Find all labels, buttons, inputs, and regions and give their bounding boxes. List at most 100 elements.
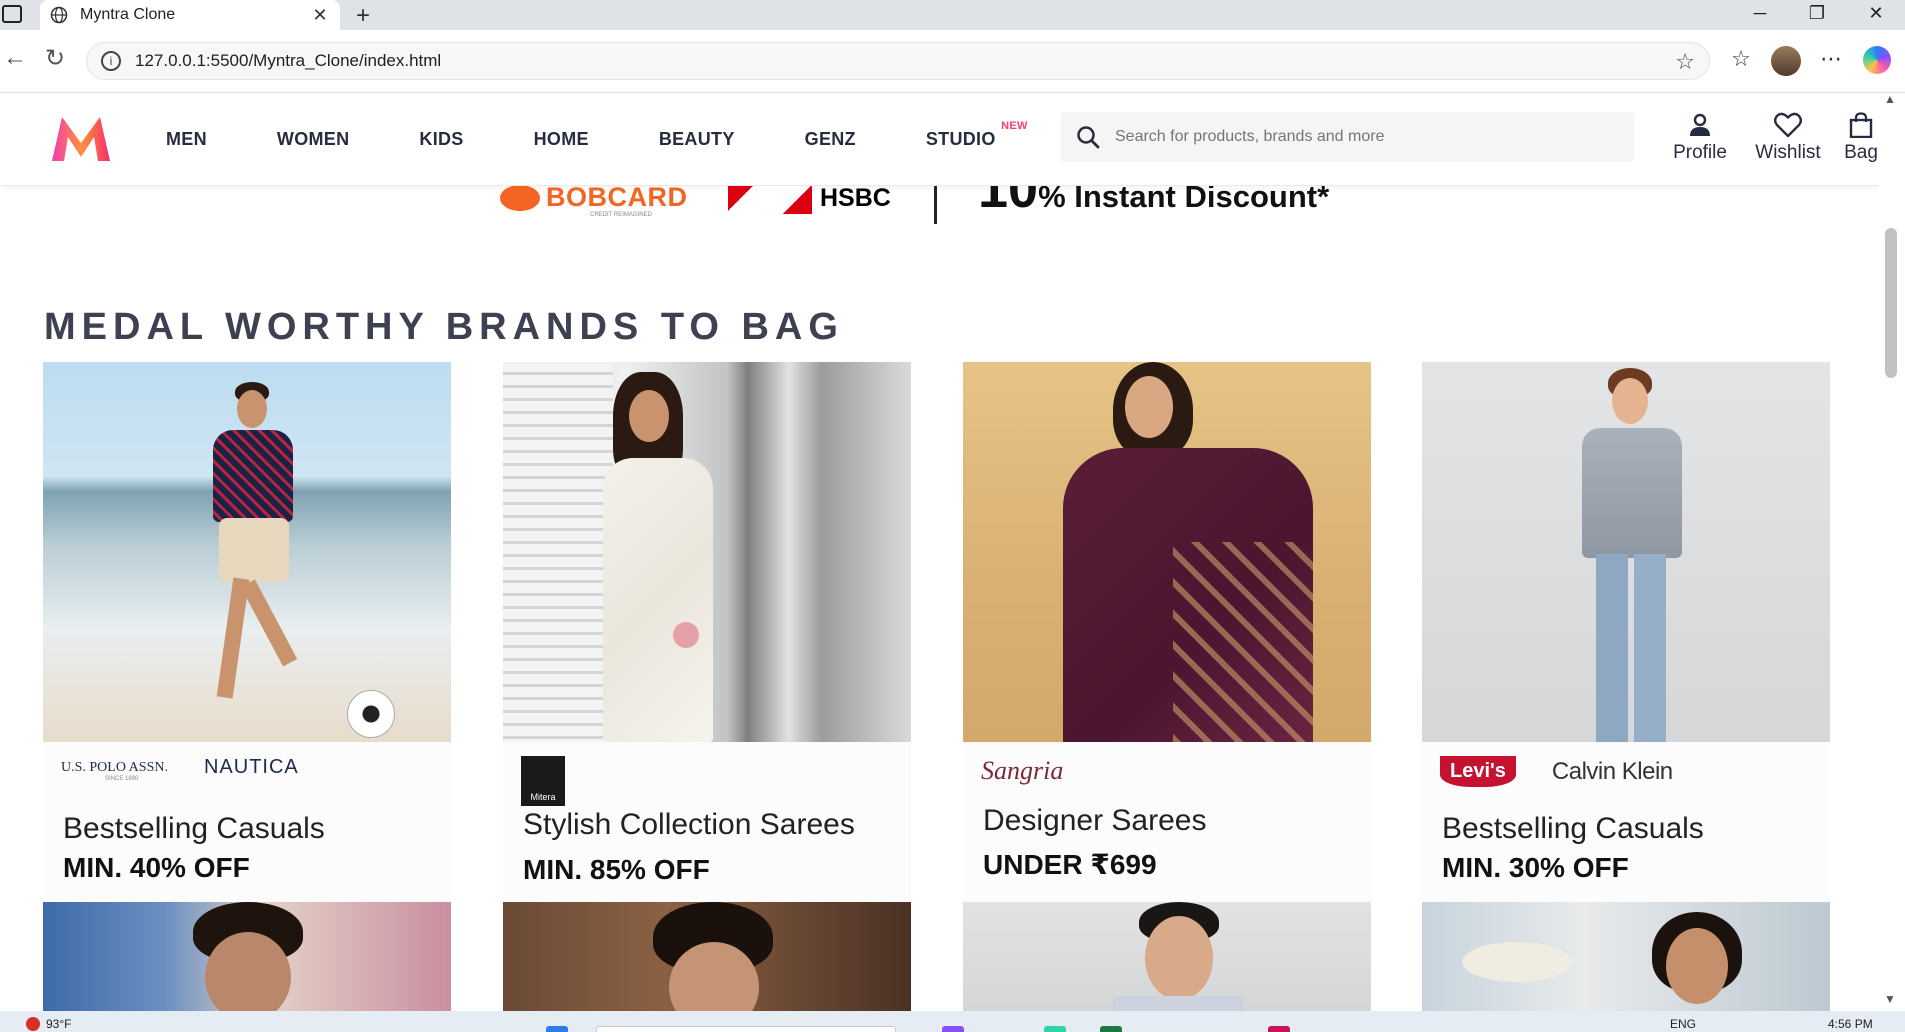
weather-alert-icon xyxy=(26,1017,40,1031)
globe-icon xyxy=(50,6,68,24)
brand-card[interactable]: U.S. POLO ASSN. NAUTICA SINCE 1890 Bests… xyxy=(43,362,451,906)
card-info: Sangria Designer Sarees UNDER ₹699 xyxy=(963,742,1371,906)
brand-logo-uspolo: U.S. POLO ASSN. xyxy=(61,759,168,775)
excel-icon[interactable] xyxy=(1100,1026,1122,1032)
card-title-text: Bestselling Casuals xyxy=(1442,812,1704,845)
wishlist-button[interactable]: Wishlist xyxy=(1748,110,1828,164)
brand-card[interactable] xyxy=(963,902,1371,1011)
card-title: Stylish Collection Sarees xyxy=(523,808,855,841)
refresh-icon[interactable]: ↻ xyxy=(40,44,70,73)
heart-icon xyxy=(1774,112,1802,138)
nav-studio-label: STUDIO xyxy=(925,129,996,149)
weather-temp: 93°F xyxy=(46,1017,72,1031)
profile-button[interactable]: Profile xyxy=(1667,110,1733,164)
back-icon[interactable]: ← xyxy=(0,44,30,72)
brand-card[interactable] xyxy=(43,902,451,1011)
hsbc-text: HSBC xyxy=(820,186,891,212)
brand-logos: U.S. POLO ASSN. NAUTICA xyxy=(61,756,299,779)
taskbar-app-icon[interactable] xyxy=(942,1026,964,1032)
brand-logos: Levi's Calvin Klein xyxy=(1440,756,1673,787)
brand-logo-calvin-klein: Calvin Klein xyxy=(1551,757,1673,785)
restore-icon[interactable]: ❐ xyxy=(1797,3,1837,24)
brand-card[interactable]: Levi's Calvin Klein Bestselling Casuals … xyxy=(1422,362,1830,906)
card-title: Designer Sarees xyxy=(983,804,1207,837)
card-image xyxy=(43,362,451,742)
start-icon[interactable] xyxy=(546,1026,568,1032)
clock[interactable]: 4:56 PM xyxy=(1828,1017,1873,1031)
new-tab-icon[interactable]: + xyxy=(350,2,376,30)
edge-icon[interactable] xyxy=(1044,1026,1066,1032)
taskbar-search[interactable] xyxy=(596,1026,896,1032)
browser-tab-bar: Myntra Clone ✕ + ─ ❐ ✕ xyxy=(0,0,1905,30)
card-image xyxy=(503,902,911,1011)
card-info: Levi's Calvin Klein Bestselling Casuals … xyxy=(1422,742,1830,906)
nav-beauty[interactable]: BEAUTY xyxy=(659,129,735,150)
avatar[interactable] xyxy=(1771,46,1801,76)
nav-women[interactable]: WOMEN xyxy=(277,129,350,150)
close-tab-icon[interactable]: ✕ xyxy=(310,5,330,26)
card-info: Mitera Stylish Collection Sarees MIN. 85… xyxy=(503,742,911,906)
main-nav: MEN WOMEN KIDS HOME BEAUTY GENZ STUDIO NE… xyxy=(166,93,1066,186)
card-image xyxy=(963,362,1371,742)
brand-logo-levis: Levi's xyxy=(1440,756,1516,787)
brand-card[interactable] xyxy=(503,902,911,1011)
card-offer: MIN. 85% OFF xyxy=(523,854,710,885)
hsbc-mark-icon xyxy=(728,186,812,214)
nav-genz[interactable]: GENZ xyxy=(805,129,856,150)
sidebar-toggle-icon[interactable] xyxy=(2,5,22,23)
new-badge: NEW xyxy=(1001,120,1028,132)
bag-button[interactable]: Bag xyxy=(1840,110,1882,164)
brand-logo-sangria: Sangria xyxy=(981,756,1064,785)
copilot-icon[interactable] xyxy=(1863,46,1891,74)
nav-studio[interactable]: STUDIO NEW xyxy=(925,120,1028,150)
site-info-icon[interactable]: i xyxy=(101,51,121,71)
card-title: Bestselling Casuals xyxy=(1442,812,1704,846)
search-icon[interactable] xyxy=(1075,124,1101,150)
card-offer: MIN. 30% OFF xyxy=(1442,852,1629,883)
os-taskbar: 93°F ENG 4:56 PM xyxy=(0,1011,1905,1032)
profile-label: Profile xyxy=(1673,142,1727,163)
search-input[interactable] xyxy=(1115,128,1615,146)
nav-kids[interactable]: KIDS xyxy=(419,129,463,150)
profile-icon xyxy=(1690,113,1710,136)
scroll-thumb[interactable] xyxy=(1885,228,1897,378)
bobcard-tagline: CREDIT REIMAGINED xyxy=(590,212,652,218)
hsbc-logo: HSBC xyxy=(728,186,891,214)
section-title: MEDAL WORTHY BRANDS TO BAG xyxy=(44,306,844,348)
bobcard-logo: BOBCARD CREDIT REIMAGINED xyxy=(500,186,688,218)
nav-men[interactable]: MEN xyxy=(166,129,207,150)
nav-home[interactable]: HOME xyxy=(534,129,589,150)
card-offer: UNDER ₹699 xyxy=(983,849,1157,880)
taskbar-app-icon[interactable] xyxy=(1268,1026,1290,1032)
brand-card[interactable] xyxy=(1422,902,1830,1011)
scroll-down-icon[interactable]: ▼ xyxy=(1884,992,1896,1006)
brand-card[interactable]: Sangria Designer Sarees UNDER ₹699 xyxy=(963,362,1371,906)
tab-title: Myntra Clone xyxy=(80,6,176,23)
card-image xyxy=(1422,362,1830,742)
brand-logo-mitera: Mitera xyxy=(521,756,565,806)
browser-tab[interactable]: Myntra Clone ✕ xyxy=(40,0,340,30)
minimize-icon[interactable]: ─ xyxy=(1740,3,1780,24)
offer-banner[interactable]: BOBCARD CREDIT REIMAGINED HSBC 10 % Inst… xyxy=(0,186,1878,241)
scroll-up-icon[interactable]: ▲ xyxy=(1884,92,1896,106)
card-image xyxy=(503,362,911,742)
search-box xyxy=(1061,112,1634,162)
myntra-logo[interactable] xyxy=(48,113,114,163)
brand-card[interactable]: Mitera Stylish Collection Sarees MIN. 85… xyxy=(503,362,911,906)
more-options-icon[interactable]: ⋯ xyxy=(1814,46,1848,72)
bag-icon xyxy=(1849,112,1873,138)
discount-label: % Instant Discount* xyxy=(1038,186,1330,214)
favorite-star-icon[interactable]: ☆ xyxy=(1675,49,1695,75)
floral-print-icon xyxy=(673,622,699,648)
language-indicator[interactable]: ENG xyxy=(1670,1017,1696,1031)
card-image xyxy=(43,902,451,1011)
brand-sub: SINCE 1890 xyxy=(105,776,139,782)
brand-logos: Sangria xyxy=(981,756,1063,786)
favorites-icon[interactable]: ☆ xyxy=(1724,46,1758,72)
url-field[interactable]: i 127.0.0.1:5500/Myntra_Clone/index.html… xyxy=(86,42,1710,80)
brand-logos: Mitera xyxy=(521,756,565,806)
weather-widget[interactable]: 93°F xyxy=(26,1017,71,1031)
card-info: U.S. POLO ASSN. NAUTICA SINCE 1890 Bests… xyxy=(43,742,451,906)
bag-label: Bag xyxy=(1844,142,1878,163)
close-window-icon[interactable]: ✕ xyxy=(1856,3,1896,24)
